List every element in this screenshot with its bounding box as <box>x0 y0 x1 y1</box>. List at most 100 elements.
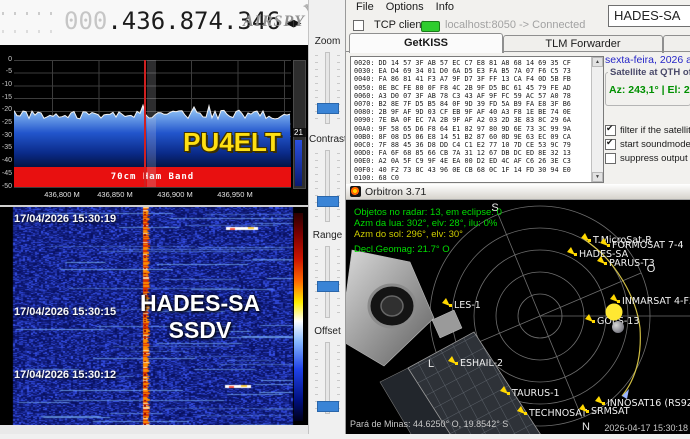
slider-zoom[interactable] <box>309 49 346 125</box>
option-checkbox[interactable] <box>605 153 616 164</box>
slider-label-range: Range <box>309 230 346 241</box>
slider-label-offset: Offset <box>309 326 346 337</box>
db-tick-label: -15 <box>0 94 12 101</box>
tuning-bandwidth[interactable] <box>147 60 156 187</box>
qth-group-title: Satellite at QTH of PU4 <box>608 67 690 78</box>
options-checkboxes: filter if the satellite is not vi start s… <box>605 124 690 166</box>
panel-bottom-strip <box>0 425 310 434</box>
airspy-logo: AIRSPY ))) <box>243 13 305 31</box>
db-tick-label: -45 <box>0 170 12 177</box>
hex-scrollbar[interactable]: ▲ ▼ <box>591 57 603 182</box>
option-label: start soundmodem automa <box>620 139 690 150</box>
radar-view[interactable]: T.MicroSat-RFORMOSAT 7-4HADES-SAPARUS-T3… <box>346 200 690 434</box>
radar-info-line: Azm da lua: 302°, elv: 28°, ilu: 0% <box>354 218 498 229</box>
frequency-bar: 000.436.874.346◀▶ AIRSPY ))) <box>0 0 310 45</box>
scroll-up-icon[interactable]: ▲ <box>592 57 603 67</box>
option-checkbox[interactable] <box>605 125 616 136</box>
slider-handle[interactable] <box>317 401 339 412</box>
satellite-label: ESHAIL-2 <box>460 358 503 369</box>
satellite-name-input[interactable]: HADES-SA <box>608 5 690 27</box>
date-line: sexta-feira, 2026 abril 17 <box>605 54 690 66</box>
tuning-ticks <box>2 12 58 15</box>
qth-groupbox: Satellite at QTH of PU4 Az: 243,1° | El:… <box>605 72 690 106</box>
satellite-dot <box>607 244 610 247</box>
frequency-tick-label: 436,800 M <box>34 190 90 199</box>
hex-dump-lines: 0020: DD 14 57 3F AB 57 EC C7 E8 81 A8 6… <box>354 59 571 182</box>
satellite-marker-icon <box>595 396 603 404</box>
orbitron-window-title: Orbitron 3.71 <box>365 186 426 198</box>
satellite-label: TAURUS-1 <box>511 388 560 399</box>
satellite-info-panel: sexta-feira, 2026 abril 17 Satellite at … <box>605 54 690 184</box>
radar-clock: 2026-04-17 15:30:18 <box>604 423 688 433</box>
satellite-dot <box>592 320 595 323</box>
connection-led-icon <box>421 21 440 32</box>
slider-track[interactable] <box>325 150 330 222</box>
observer-location: Pará de Minas: 44.6250° O, 19.8542° S <box>350 419 508 429</box>
satellite-name-overlay: HADES-SA <box>118 290 282 317</box>
satellite-dot <box>455 362 458 365</box>
compass-label-l: L <box>428 358 434 370</box>
db-tick-label: 0 <box>0 56 12 63</box>
waterfall-timestamp: 17/04/2026 15:30:15 <box>14 306 116 318</box>
satellite-dot <box>604 262 607 265</box>
kiss-hex-dump[interactable]: 0020: DD 14 57 3F AB 57 EC C7 E8 81 A8 6… <box>350 56 604 183</box>
menu-bar: FileOptionsInfo <box>350 1 460 15</box>
satellite-dot <box>602 402 605 405</box>
tcp-client-checkbox[interactable] <box>353 20 364 31</box>
compass-label-n: N <box>582 421 590 433</box>
waterfall-timestamp: 17/04/2026 15:30:19 <box>14 213 116 225</box>
satellite-marker-icon <box>610 294 618 302</box>
waterfall-timestamp: 17/04/2026 15:30:12 <box>14 369 116 381</box>
satellite-dot <box>524 412 527 415</box>
menu-info[interactable]: Info <box>430 1 460 13</box>
satellite-dot <box>574 253 577 256</box>
orbitron-app-icon <box>350 186 361 197</box>
signal-level-fill <box>295 140 302 186</box>
scroll-down-icon[interactable]: ▼ <box>592 172 603 182</box>
slider-handle[interactable] <box>317 103 339 114</box>
slider-handle[interactable] <box>317 281 339 292</box>
option-label: filter if the satellite is not vi <box>620 125 690 136</box>
slider-label-zoom: Zoom <box>309 36 346 47</box>
waterfall-display[interactable]: 17/04/2026 15:30:19 17/04/2026 15:30:15 17… <box>0 207 308 425</box>
satellite-dot <box>588 239 591 242</box>
radar-info-line: Objetos no radar: 13, em eclipse: 0 <box>354 207 502 218</box>
option-row: filter if the satellite is not vi <box>605 124 690 138</box>
menu-file[interactable]: File <box>350 1 380 13</box>
slider-contrast[interactable] <box>309 147 346 223</box>
tcp-client-label: TCP client <box>374 19 425 31</box>
connection-status: localhost:8050 -> Connected <box>445 19 585 31</box>
frequency-tick-label: 436,850 M <box>87 190 143 199</box>
slider-offset[interactable] <box>309 339 346 415</box>
slider-handle[interactable] <box>317 196 339 207</box>
orbitron-titlebar[interactable]: Orbitron 3.71 <box>346 184 690 200</box>
satellite-label: INNOSAT16 (RS92S) <box>607 398 690 409</box>
db-tick-label: -5 <box>0 68 12 75</box>
menu-options[interactable]: Options <box>380 1 430 13</box>
option-label: suppress output <box>620 153 688 164</box>
moon-icon <box>612 321 624 333</box>
satellite-label: INMARSAT 4-F3 <box>622 296 690 307</box>
slider-range[interactable] <box>309 243 346 319</box>
tuning-ticks <box>2 30 58 33</box>
frequency-leading-zeros[interactable]: 000 <box>64 7 107 35</box>
slider-ticks <box>315 345 318 409</box>
tab-getkiss[interactable]: GetKISS <box>349 33 503 53</box>
option-row: start soundmodem automa <box>605 138 690 152</box>
option-checkbox[interactable] <box>605 139 616 150</box>
spectrum-display[interactable]: 0-5-10-15-20-25-30-35-40-45-50 70cm Ham … <box>0 45 308 207</box>
satellite-dot <box>449 304 452 307</box>
orbitron-window: Orbitron 3.71 <box>345 184 690 434</box>
option-row: suppress output <box>605 152 690 166</box>
satellite-dot <box>507 392 510 395</box>
mode-overlay: SSDV <box>118 317 282 344</box>
satellite-dot <box>586 410 589 413</box>
signal-level-value: 21 <box>291 128 306 137</box>
db-tick-label: -40 <box>0 157 12 164</box>
frequency-tick-label: 436,950 M <box>207 190 263 199</box>
tuning-line[interactable] <box>144 60 146 187</box>
slider-ticks <box>337 153 340 217</box>
satellite-marker-icon <box>442 298 450 306</box>
slider-ticks <box>337 345 340 409</box>
satellite-marker-icon <box>585 314 593 322</box>
